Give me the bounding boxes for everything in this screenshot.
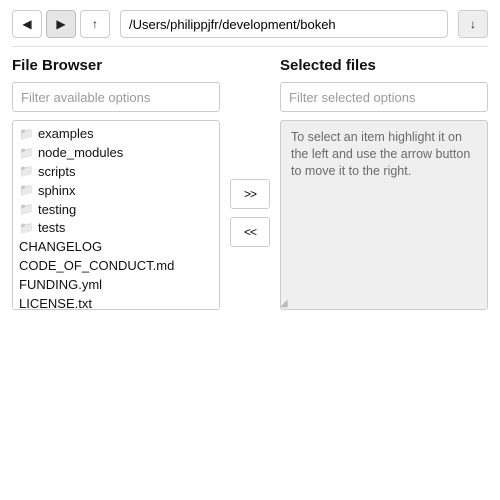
forward-button[interactable]: ▶ (46, 10, 76, 38)
list-item-label: testing (38, 202, 76, 219)
list-item[interactable]: CODE_OF_CONDUCT.md (15, 257, 217, 276)
list-item[interactable]: 📁scripts (15, 163, 217, 182)
list-item-label: examples (38, 126, 94, 143)
available-listbox[interactable]: 📁examples📁node_modules📁scripts📁sphinx📁te… (12, 120, 220, 310)
folder-icon: 📁 (19, 127, 34, 143)
resize-handle-icon[interactable]: ◢ (280, 298, 486, 309)
triangle-left-icon: ◀ (22, 17, 31, 31)
arrow-up-icon: ↑ (92, 17, 98, 31)
divider (12, 46, 488, 47)
list-item-label: FUNDING.yml (19, 277, 102, 294)
list-item[interactable]: 📁node_modules (15, 144, 217, 163)
folder-icon: 📁 (19, 202, 34, 218)
filter-available-input[interactable] (12, 82, 220, 112)
folder-icon: 📁 (19, 221, 34, 237)
list-item-label: CHANGELOG (19, 239, 102, 256)
back-button[interactable]: ◀ (12, 10, 42, 38)
list-item[interactable]: 📁examples (15, 125, 217, 144)
selected-listbox[interactable]: To select an item highlight it on the le… (280, 120, 488, 310)
list-item[interactable]: 📁sphinx (15, 182, 217, 201)
list-item-label: node_modules (38, 145, 123, 162)
download-button[interactable]: ↓ (458, 10, 488, 38)
selected-files-title: Selected files (280, 57, 488, 74)
folder-icon: 📁 (19, 164, 34, 180)
move-left-button[interactable]: << (230, 217, 270, 247)
move-right-button[interactable]: >> (230, 179, 270, 209)
nav-toolbar: ◀ ▶ ↑ ↓ (12, 10, 488, 38)
list-item-label: tests (38, 220, 65, 237)
list-item[interactable]: LICENSE.txt (15, 295, 217, 310)
list-item[interactable]: FUNDING.yml (15, 276, 217, 295)
file-browser-title: File Browser (12, 57, 220, 74)
list-item-label: LICENSE.txt (19, 296, 92, 310)
list-item-label: CODE_OF_CONDUCT.md (19, 258, 174, 275)
list-item[interactable]: 📁testing (15, 201, 217, 220)
triangle-right-icon: ▶ (56, 17, 65, 31)
list-item[interactable]: CHANGELOG (15, 238, 217, 257)
path-input[interactable] (120, 10, 448, 38)
up-button[interactable]: ↑ (80, 10, 110, 38)
filter-selected-input[interactable] (280, 82, 488, 112)
list-item-label: sphinx (38, 183, 76, 200)
folder-icon: 📁 (19, 146, 34, 162)
folder-icon: 📁 (19, 183, 34, 199)
selected-empty-hint: To select an item highlight it on the le… (291, 130, 470, 178)
list-item-label: scripts (38, 164, 76, 181)
list-item[interactable]: 📁tests (15, 219, 217, 238)
arrow-down-icon: ↓ (470, 17, 476, 31)
